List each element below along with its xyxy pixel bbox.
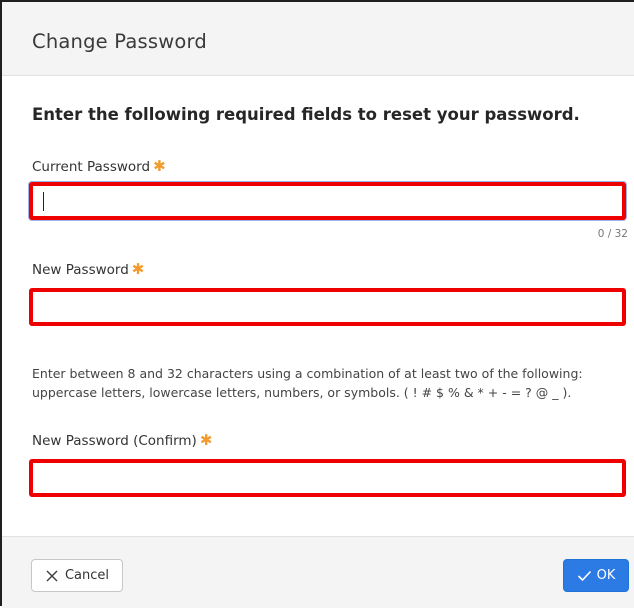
new-password-label: New Password ✱ (32, 260, 144, 278)
required-asterisk-icon: ✱ (131, 260, 145, 278)
instructions-text: Enter the following required fields to r… (32, 105, 580, 124)
ok-button[interactable]: OK (563, 559, 629, 592)
new-password-field[interactable] (29, 288, 626, 326)
dialog-footer: Cancel OK (2, 536, 634, 608)
close-icon (45, 569, 59, 583)
ok-button-label: OK (596, 568, 616, 583)
dialog-header: Change Password (2, 2, 634, 76)
new-password-label-text: New Password (32, 262, 129, 278)
cancel-button-label: Cancel (64, 568, 110, 583)
required-asterisk-icon: ✱ (153, 157, 166, 175)
password-rules-hint: Enter between 8 and 32 characters using … (32, 366, 583, 400)
required-asterisk-icon: ✱ (199, 431, 213, 449)
confirm-password-field[interactable] (29, 459, 626, 497)
current-password-label-text: Current Password (32, 159, 151, 175)
character-counter: 0 / 32 (597, 228, 628, 240)
cancel-button[interactable]: Cancel (31, 559, 123, 592)
checkmark-icon (577, 570, 592, 582)
current-password-label: Current Password ✱ (32, 157, 166, 175)
current-password-field[interactable] (29, 182, 626, 220)
confirm-password-input[interactable] (33, 463, 622, 493)
current-password-input[interactable] (33, 186, 622, 216)
confirm-password-label-text: New Password (Confirm) (32, 433, 197, 449)
confirm-password-label: New Password (Confirm) ✱ (32, 431, 212, 449)
change-password-dialog: Change Password Enter the following requ… (0, 0, 634, 608)
dialog-title: Change Password (32, 30, 207, 53)
new-password-input[interactable] (33, 292, 622, 322)
text-caret (43, 192, 44, 211)
